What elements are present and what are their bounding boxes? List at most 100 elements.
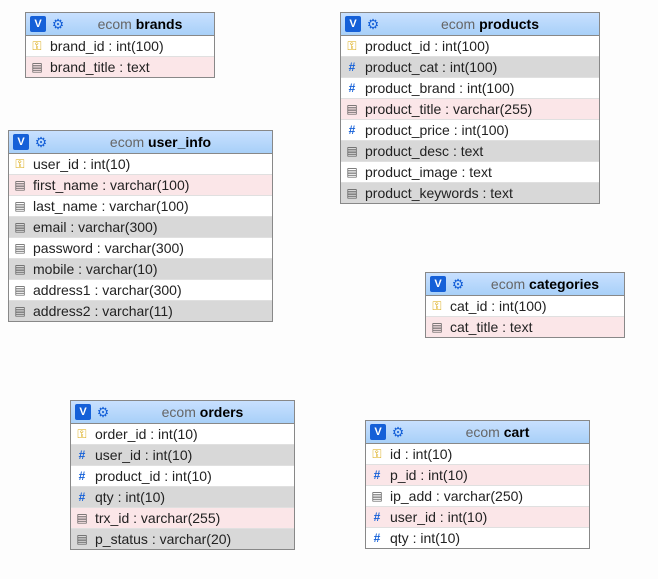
column-label: product_price : int(100) [365,122,595,138]
gear-icon[interactable]: ⚙ [33,134,49,150]
table-column[interactable]: ▤product_desc : text [341,141,599,162]
gear-icon[interactable]: ⚙ [450,276,466,292]
view-icon[interactable]: V [370,424,386,440]
text-field-icon: ▤ [345,102,359,116]
table-name: products [479,16,539,32]
schema-name: ecom [441,16,475,32]
text-field-icon: ▤ [13,241,27,255]
column-label: first_name : varchar(100) [33,177,268,193]
column-label: order_id : int(10) [95,426,290,442]
table-column[interactable]: #product_cat : int(100) [341,57,599,78]
text-field-icon: ▤ [13,283,27,297]
column-label: brand_title : text [50,59,210,75]
gear-icon[interactable]: ⚙ [50,16,66,32]
table-column[interactable]: ▤email : varchar(300) [9,217,272,238]
table-title: ecom brands [70,16,210,32]
primary-key-icon: ⚿ [430,299,444,314]
table-title: ecom categories [470,276,620,292]
text-field-icon: ▤ [370,489,384,503]
text-field-icon: ▤ [75,532,89,546]
table-name: categories [529,276,599,292]
text-field-icon: ▤ [430,320,444,334]
column-label: p_id : int(10) [390,467,585,483]
numeric-field-icon: # [370,468,384,482]
column-label: product_brand : int(100) [365,80,595,96]
table-column[interactable]: ▤ cat_title : text [426,317,624,337]
table-column[interactable]: ▤ password : varchar(300) [9,238,272,259]
column-label: address2 : varchar(11) [33,303,268,319]
text-field-icon: ▤ [345,186,359,200]
table-column[interactable]: ▤address2 : varchar(11) [9,301,272,321]
text-field-icon: ▤ [345,165,359,179]
view-icon[interactable]: V [30,16,46,32]
column-label: cat_title : text [450,319,620,335]
table-column[interactable]: # qty : int(10) [71,487,294,508]
table-column[interactable]: ▤first_name : varchar(100) [9,175,272,196]
table-user_info[interactable]: V⚙ecom user_info⚿user_id : int(10)▤first… [8,130,273,322]
column-label: id : int(10) [390,446,585,462]
table-column[interactable]: ▤ brand_title : text [26,57,214,77]
table-column[interactable]: ▤product_keywords : text [341,183,599,203]
table-title: ecom products [385,16,595,32]
table-column[interactable]: ⚿product_id : int(100) [341,36,599,57]
numeric-field-icon: # [75,448,89,462]
table-column[interactable]: #user_id : int(10) [71,445,294,466]
gear-icon[interactable]: ⚙ [95,404,111,420]
table-name: orders [200,404,244,420]
numeric-field-icon: # [75,490,89,504]
table-categories[interactable]: V⚙ecom categories⚿cat_id : int(100)▤cat_… [425,272,625,338]
table-header[interactable]: V⚙ ecom orders [71,401,294,424]
view-icon[interactable]: V [75,404,91,420]
table-column[interactable]: ▤ product_image : text [341,162,599,183]
table-column[interactable]: ⚿order_id : int(10) [71,424,294,445]
table-column[interactable]: ⚿user_id : int(10) [9,154,272,175]
schema-name: ecom [491,276,525,292]
table-column[interactable]: ▤p_status : varchar(20) [71,529,294,549]
table-column[interactable]: ⚿brand_id : int(100) [26,36,214,57]
gear-icon[interactable]: ⚙ [365,16,381,32]
table-column[interactable]: ▤ last_name : varchar(100) [9,196,272,217]
view-icon[interactable]: V [13,134,29,150]
column-label: product_id : int(10) [95,468,290,484]
column-label: password : varchar(300) [33,240,268,256]
column-label: user_id : int(10) [33,156,268,172]
table-orders[interactable]: V⚙ ecom orders ⚿order_id : int(10)#user_id… [70,400,295,550]
table-header[interactable]: V⚙ecom categories [426,273,624,296]
table-column[interactable]: # p_id : int(10) [366,465,589,486]
table-column[interactable]: ▤trx_id : varchar(255) [71,508,294,529]
table-name: cart [504,424,530,440]
view-icon[interactable]: V [430,276,446,292]
column-label: qty : int(10) [95,489,290,505]
table-column[interactable]: ▤mobile : varchar(10) [9,259,272,280]
table-products[interactable]: V⚙ecom products⚿product_id : int(100)#pr… [340,12,600,204]
table-column[interactable]: #qty : int(10) [366,528,589,548]
text-field-icon: ▤ [13,199,27,213]
table-column[interactable]: # product_price : int(100) [341,120,599,141]
view-icon[interactable]: V [345,16,361,32]
table-header[interactable]: V⚙ecom cart [366,421,589,444]
column-label: last_name : varchar(100) [33,198,268,214]
table-column[interactable]: #product_id : int(10) [71,466,294,487]
column-label: product_image : text [365,164,595,180]
text-field-icon: ▤ [13,262,27,276]
table-header[interactable]: V⚙ecom products [341,13,599,36]
table-column[interactable]: ⚿ cat_id : int(100) [426,296,624,317]
gear-icon[interactable]: ⚙ [390,424,406,440]
column-label: cat_id : int(100) [450,298,620,314]
table-cart[interactable]: V⚙ecom cart ⚿ id : int(10) # p_id : int(10) ▤… [365,420,590,549]
table-brands[interactable]: V⚙ecom brands⚿brand_id : int(100)▤brand_… [25,12,215,78]
table-column[interactable]: #user_id : int(10) [366,507,589,528]
table-column[interactable]: ▤product_title : varchar(255) [341,99,599,120]
primary-key-icon: ⚿ [370,447,384,462]
table-header[interactable]: V⚙ecom brands [26,13,214,36]
table-column[interactable]: ▤ address1 : varchar(300) [9,280,272,301]
table-column[interactable]: #product_brand : int(100) [341,78,599,99]
text-field-icon: ▤ [30,60,44,74]
column-label: address1 : varchar(300) [33,282,268,298]
schema-name: ecom [162,404,196,420]
table-header[interactable]: V⚙ecom user_info [9,131,272,154]
numeric-field-icon: # [345,123,359,137]
table-column[interactable]: ⚿ id : int(10) [366,444,589,465]
table-column[interactable]: ▤ip_add : varchar(250) [366,486,589,507]
column-label: trx_id : varchar(255) [95,510,290,526]
